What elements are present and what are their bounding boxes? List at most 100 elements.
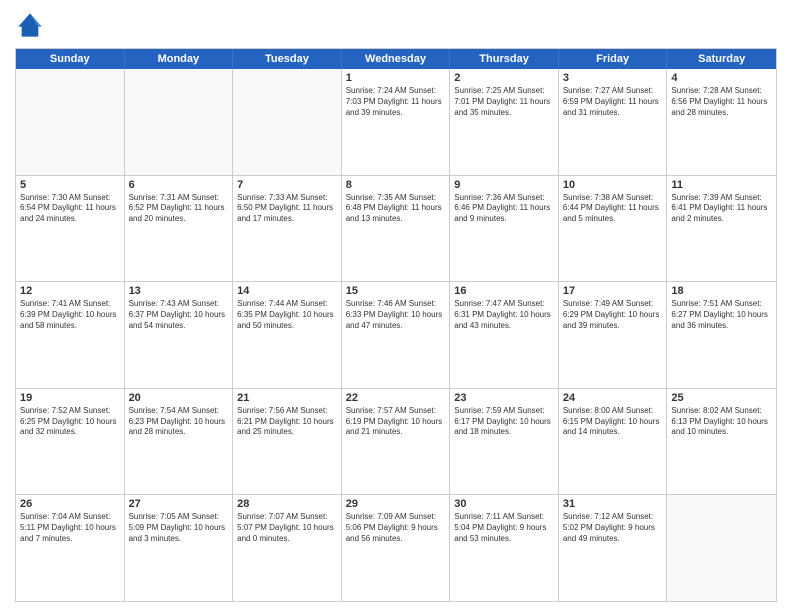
calendar-row-0: 1 Sunrise: 7:24 AM Sunset: 7:03 PM Daylig… (16, 69, 776, 176)
cell-details: Sunrise: 7:38 AM Sunset: 6:44 PM Dayligh… (563, 193, 663, 225)
day-number: 30 (454, 498, 554, 510)
header-cell-monday: Monday (125, 49, 234, 69)
day-number: 12 (20, 285, 120, 297)
day-number: 16 (454, 285, 554, 297)
calendar-cell: 8Sunrise: 7:35 AM Sunset: 6:48 PM Daylig… (342, 176, 451, 282)
cell-details: Sunrise: 7:27 AM Sunset: 6:59 PM Dayligh… (563, 86, 663, 118)
day-number: 17 (563, 285, 663, 297)
calendar-cell: 4 Sunrise: 7:28 AM Sunset: 6:56 PM Daylig… (667, 69, 776, 175)
calendar-header: SundayMondayTuesdayWednesdayThursdayFrid… (16, 49, 776, 69)
cell-details: Sunrise: 7:44 AM Sunset: 6:35 PM Dayligh… (237, 299, 337, 331)
calendar-cell: 10 Sunrise: 7:38 AM Sunset: 6:44 PM Dayli… (559, 176, 668, 282)
day-number: 18 (671, 285, 772, 297)
calendar-cell: 12 Sunrise: 7:41 AM Sunset: 6:39 PM Dayli… (16, 282, 125, 388)
day-number: 10 (563, 179, 663, 191)
header-cell-tuesday: Tuesday (233, 49, 342, 69)
cell-details: Sunrise: 7:05 AM Sunset: 5:09 PM Dayligh… (129, 512, 229, 544)
cell-details: Sunrise: 7:49 AM Sunset: 6:29 PM Dayligh… (563, 299, 663, 331)
calendar-cell: 14Sunrise: 7:44 AM Sunset: 6:35 PM Dayli… (233, 282, 342, 388)
calendar-cell: 5 Sunrise: 7:30 AM Sunset: 6:54 PM Daylig… (16, 176, 125, 282)
logo-icon (15, 10, 45, 40)
day-number: 25 (671, 392, 772, 404)
calendar-cell: 18 Sunrise: 7:51 AM Sunset: 6:27 PM Dayli… (667, 282, 776, 388)
cell-details: Sunrise: 7:07 AM Sunset: 5:07 PM Dayligh… (237, 512, 337, 544)
cell-details: Sunrise: 7:24 AM Sunset: 7:03 PM Dayligh… (346, 86, 446, 118)
calendar-cell: 19 Sunrise: 7:52 AM Sunset: 6:25 PM Dayli… (16, 389, 125, 495)
calendar-cell: 22Sunrise: 7:57 AM Sunset: 6:19 PM Dayli… (342, 389, 451, 495)
calendar-cell: 6 Sunrise: 7:31 AM Sunset: 6:52 PM Daylig… (125, 176, 234, 282)
cell-details: Sunrise: 7:54 AM Sunset: 6:23 PM Dayligh… (129, 406, 229, 438)
calendar-cell: 17 Sunrise: 7:49 AM Sunset: 6:29 PM Dayli… (559, 282, 668, 388)
cell-details: Sunrise: 7:43 AM Sunset: 6:37 PM Dayligh… (129, 299, 229, 331)
day-number: 31 (563, 498, 663, 510)
day-number: 13 (129, 285, 229, 297)
calendar-cell: 23Sunrise: 7:59 AM Sunset: 6:17 PM Dayli… (450, 389, 559, 495)
calendar-cell: 7Sunrise: 7:33 AM Sunset: 6:50 PM Daylig… (233, 176, 342, 282)
calendar-cell: 29Sunrise: 7:09 AM Sunset: 5:06 PM Dayli… (342, 495, 451, 601)
cell-details: Sunrise: 7:59 AM Sunset: 6:17 PM Dayligh… (454, 406, 554, 438)
calendar-cell: 27 Sunrise: 7:05 AM Sunset: 5:09 PM Dayli… (125, 495, 234, 601)
cell-details: Sunrise: 8:02 AM Sunset: 6:13 PM Dayligh… (671, 406, 772, 438)
cell-details: Sunrise: 7:11 AM Sunset: 5:04 PM Dayligh… (454, 512, 554, 544)
day-number: 9 (454, 179, 554, 191)
day-number: 15 (346, 285, 446, 297)
calendar-cell: 1 Sunrise: 7:24 AM Sunset: 7:03 PM Daylig… (342, 69, 451, 175)
logo (15, 10, 49, 40)
calendar-cell: 16 Sunrise: 7:47 AM Sunset: 6:31 PM Dayli… (450, 282, 559, 388)
cell-details: Sunrise: 7:33 AM Sunset: 6:50 PM Dayligh… (237, 193, 337, 225)
cell-details: Sunrise: 7:51 AM Sunset: 6:27 PM Dayligh… (671, 299, 772, 331)
cell-details: Sunrise: 7:52 AM Sunset: 6:25 PM Dayligh… (20, 406, 120, 438)
cell-details: Sunrise: 7:39 AM Sunset: 6:41 PM Dayligh… (671, 193, 772, 225)
calendar-cell: 3 Sunrise: 7:27 AM Sunset: 6:59 PM Daylig… (559, 69, 668, 175)
cell-details: Sunrise: 7:28 AM Sunset: 6:56 PM Dayligh… (671, 86, 772, 118)
cell-details: Sunrise: 7:56 AM Sunset: 6:21 PM Dayligh… (237, 406, 337, 438)
calendar-cell: 20 Sunrise: 7:54 AM Sunset: 6:23 PM Dayli… (125, 389, 234, 495)
day-number: 27 (129, 498, 229, 510)
calendar-row-4: 26 Sunrise: 7:04 AM Sunset: 5:11 PM Dayli… (16, 495, 776, 601)
day-number: 20 (129, 392, 229, 404)
day-number: 22 (346, 392, 446, 404)
day-number: 6 (129, 179, 229, 191)
calendar-cell: 24Sunrise: 8:00 AM Sunset: 6:15 PM Dayli… (559, 389, 668, 495)
cell-details: Sunrise: 7:46 AM Sunset: 6:33 PM Dayligh… (346, 299, 446, 331)
cell-details: Sunrise: 7:41 AM Sunset: 6:39 PM Dayligh… (20, 299, 120, 331)
cell-details: Sunrise: 7:04 AM Sunset: 5:11 PM Dayligh… (20, 512, 120, 544)
calendar-cell: 28 Sunrise: 7:07 AM Sunset: 5:07 PM Dayli… (233, 495, 342, 601)
cell-details: Sunrise: 7:30 AM Sunset: 6:54 PM Dayligh… (20, 193, 120, 225)
header-cell-saturday: Saturday (667, 49, 776, 69)
calendar: SundayMondayTuesdayWednesdayThursdayFrid… (15, 48, 777, 602)
calendar-cell (125, 69, 234, 175)
day-number: 26 (20, 498, 120, 510)
calendar-cell: 30 Sunrise: 7:11 AM Sunset: 5:04 PM Dayli… (450, 495, 559, 601)
calendar-body: 1 Sunrise: 7:24 AM Sunset: 7:03 PM Daylig… (16, 69, 776, 601)
calendar-cell (233, 69, 342, 175)
day-number: 28 (237, 498, 337, 510)
cell-details: Sunrise: 7:47 AM Sunset: 6:31 PM Dayligh… (454, 299, 554, 331)
day-number: 5 (20, 179, 120, 191)
calendar-cell (16, 69, 125, 175)
day-number: 11 (671, 179, 772, 191)
cell-details: Sunrise: 7:25 AM Sunset: 7:01 PM Dayligh… (454, 86, 554, 118)
cell-details: Sunrise: 7:12 AM Sunset: 5:02 PM Dayligh… (563, 512, 663, 544)
calendar-cell (667, 495, 776, 601)
calendar-row-2: 12 Sunrise: 7:41 AM Sunset: 6:39 PM Dayli… (16, 282, 776, 389)
cell-details: Sunrise: 7:36 AM Sunset: 6:46 PM Dayligh… (454, 193, 554, 225)
calendar-row-3: 19 Sunrise: 7:52 AM Sunset: 6:25 PM Dayli… (16, 389, 776, 496)
day-number: 19 (20, 392, 120, 404)
calendar-cell: 26 Sunrise: 7:04 AM Sunset: 5:11 PM Dayli… (16, 495, 125, 601)
day-number: 1 (346, 72, 446, 84)
header-cell-wednesday: Wednesday (342, 49, 451, 69)
cell-details: Sunrise: 7:31 AM Sunset: 6:52 PM Dayligh… (129, 193, 229, 225)
header-cell-sunday: Sunday (16, 49, 125, 69)
day-number: 21 (237, 392, 337, 404)
cell-details: Sunrise: 7:09 AM Sunset: 5:06 PM Dayligh… (346, 512, 446, 544)
day-number: 3 (563, 72, 663, 84)
page: SundayMondayTuesdayWednesdayThursdayFrid… (0, 0, 792, 612)
calendar-cell: 9 Sunrise: 7:36 AM Sunset: 6:46 PM Daylig… (450, 176, 559, 282)
header-cell-friday: Friday (559, 49, 668, 69)
header (15, 10, 777, 40)
cell-details: Sunrise: 7:35 AM Sunset: 6:48 PM Dayligh… (346, 193, 446, 225)
calendar-cell: 21 Sunrise: 7:56 AM Sunset: 6:21 PM Dayli… (233, 389, 342, 495)
cell-details: Sunrise: 8:00 AM Sunset: 6:15 PM Dayligh… (563, 406, 663, 438)
day-number: 4 (671, 72, 772, 84)
